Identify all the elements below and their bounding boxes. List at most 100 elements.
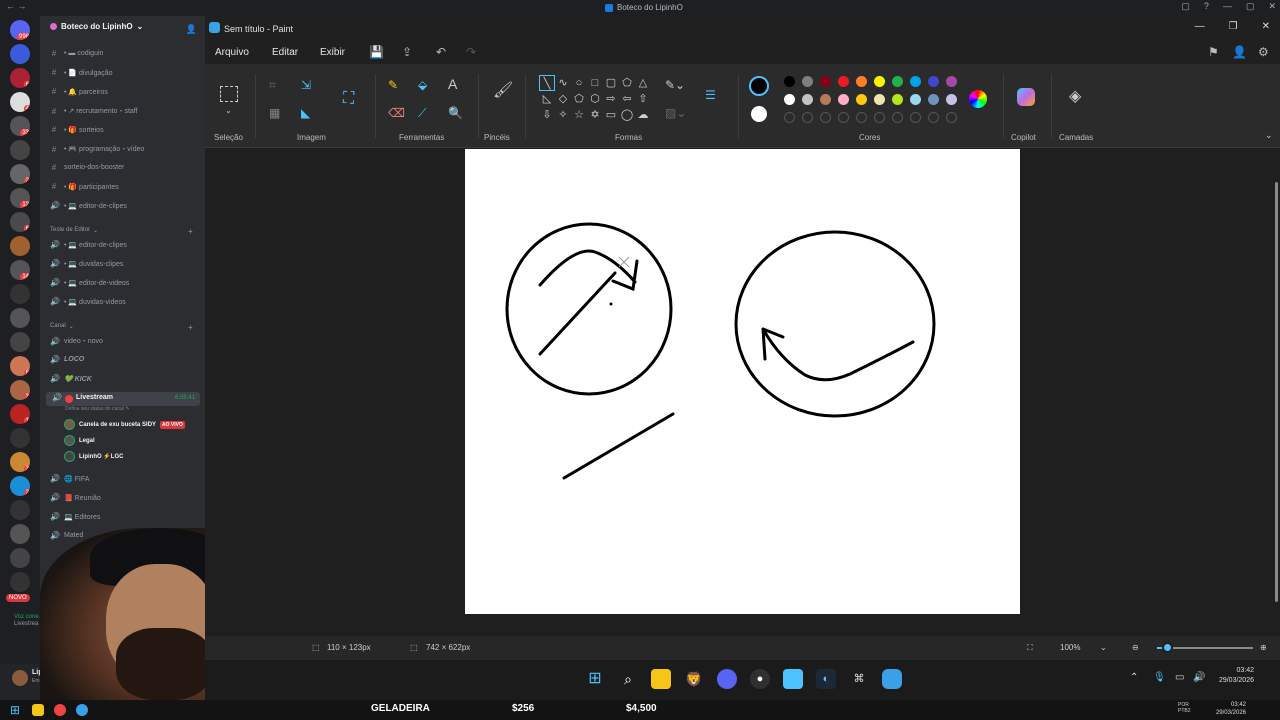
steam-icon[interactable]: ◐	[816, 669, 836, 689]
brush-icon[interactable]: 🖌	[493, 80, 513, 100]
palette-swatch[interactable]	[946, 76, 957, 87]
server-icon[interactable]: 1	[10, 404, 30, 424]
palette-swatch[interactable]	[838, 76, 849, 87]
share-icon[interactable]: ⇪	[402, 45, 412, 59]
channel-item[interactable]: 🔊 • 💻 duvidas-clipes	[50, 259, 123, 268]
fit-screen-icon[interactable]: ⛶	[1027, 643, 1033, 653]
palette-swatch[interactable]	[802, 76, 813, 87]
outline-icon[interactable]: ✎⌄	[665, 78, 685, 92]
right-triangle-shape-icon[interactable]: ◺	[539, 91, 555, 107]
custom-color-slot[interactable]	[820, 112, 831, 123]
channel-item[interactable]: 🔊 📕 Reunião	[50, 493, 101, 502]
zoom-in-icon[interactable]: ⊕	[1260, 643, 1267, 652]
arrow-down-shape-icon[interactable]: ⇩	[539, 107, 555, 123]
channel-item[interactable]: # • 🎁 participantes	[50, 182, 119, 191]
minimize-button[interactable]: —	[1195, 21, 1205, 32]
channel-item[interactable]: # • 🔔 parceiros	[50, 87, 108, 96]
custom-color-slot[interactable]	[784, 112, 795, 123]
channel-item[interactable]: 🔊 • 💻 duvidas-videos	[50, 297, 126, 306]
menu-editar[interactable]: Editar	[272, 47, 298, 58]
search-icon[interactable]: ⌕	[618, 669, 638, 689]
photos-icon[interactable]	[783, 669, 803, 689]
server-icon[interactable]	[10, 548, 30, 568]
fill-shape-icon[interactable]: ▨⌄	[665, 106, 686, 120]
polygon-shape-icon[interactable]: ⬠	[619, 75, 635, 91]
arrow-up-shape-icon[interactable]: ⇧	[635, 91, 651, 107]
arrow-left-shape-icon[interactable]: ⇦	[619, 91, 635, 107]
chrome-icon[interactable]	[54, 704, 66, 716]
server-icon[interactable]: 3	[10, 452, 30, 472]
image-remove-bg-icon[interactable]: ▦	[269, 106, 280, 120]
layers-icon[interactable]: ◈	[1069, 86, 1081, 106]
palette-swatch[interactable]	[928, 76, 939, 87]
server-icon[interactable]	[10, 308, 30, 328]
zoom-out-icon[interactable]: ⊖	[1132, 643, 1139, 652]
custom-color-slot[interactable]	[874, 112, 885, 123]
channel-item[interactable]: # • 🎮 programação・vídeo	[50, 144, 145, 154]
game-icon[interactable]: ⌘	[849, 669, 869, 689]
channel-status-hint[interactable]: Defina seu status do canal ✎	[65, 406, 130, 412]
line-shape-icon[interactable]: ╲	[539, 75, 555, 91]
channel-item[interactable]: 🔊 video・novo	[50, 336, 103, 346]
category-header[interactable]: Canal ⌄ +	[50, 323, 193, 332]
channel-item[interactable]: 🔊 💚 KICK	[50, 374, 92, 383]
explorer-icon[interactable]	[32, 704, 44, 716]
palette-swatch[interactable]	[820, 76, 831, 87]
server-icon[interactable]	[10, 428, 30, 448]
palette-swatch[interactable]	[784, 76, 795, 87]
copilot-icon[interactable]	[1017, 88, 1035, 106]
menu-arquivo[interactable]: Arquivo	[215, 47, 249, 58]
ribbon-collapse-icon[interactable]: ⌄	[1265, 130, 1273, 141]
pentagon-shape-icon[interactable]: ⬠	[571, 91, 587, 107]
pencil-icon[interactable]: ✎	[388, 78, 398, 92]
server-icon[interactable]	[10, 572, 30, 592]
palette-swatch[interactable]	[784, 94, 795, 105]
palette-swatch[interactable]	[856, 94, 867, 105]
callout-cloud-shape-icon[interactable]: ☁	[635, 107, 651, 123]
eraser-icon[interactable]: ⌫	[388, 106, 405, 120]
discord-icon[interactable]	[717, 669, 737, 689]
live-voice-channel[interactable]: 🔊 Livestream 6:59:41	[46, 392, 200, 406]
palette-swatch[interactable]	[892, 76, 903, 87]
drawing-canvas[interactable]	[465, 149, 1020, 614]
channel-item[interactable]: 🔊 • 💻 editor-de-clipes	[50, 240, 127, 249]
server-icon[interactable]	[10, 500, 30, 520]
redo-icon[interactable]: ↷	[466, 45, 476, 59]
tray-clock[interactable]: 03:42 29/03/2026	[1219, 666, 1254, 686]
server-icon[interactable]: 6	[10, 356, 30, 376]
palette-swatch[interactable]	[856, 76, 867, 87]
language-indicator[interactable]: POR PTB2	[1178, 702, 1191, 714]
server-icon[interactable]	[10, 140, 30, 160]
star6-shape-icon[interactable]: ✡	[587, 107, 603, 123]
channel-item[interactable]: 🔊 💻 Editores	[50, 512, 100, 521]
custom-color-slot[interactable]	[856, 112, 867, 123]
edit-colors-icon[interactable]	[969, 90, 987, 108]
maximize-button[interactable]: ▢	[1246, 1, 1255, 12]
image-select-icon[interactable]: ⛶	[343, 90, 354, 108]
server-icon[interactable]: 33	[10, 116, 30, 136]
primary-color-swatch[interactable]	[749, 76, 769, 96]
crop-icon[interactable]: ⌗	[269, 78, 276, 93]
zoom-slider-thumb[interactable]	[1161, 642, 1173, 653]
nav-arrows[interactable]: ← →	[6, 1, 27, 11]
arrow-right-shape-icon[interactable]: ⇨	[603, 91, 619, 107]
fill-icon[interactable]: ⬙	[418, 78, 427, 92]
brave-icon[interactable]: 🦁	[684, 669, 704, 689]
server-icon[interactable]	[10, 284, 30, 304]
chevron-down-icon[interactable]: ⌄	[225, 106, 232, 115]
custom-color-slot[interactable]	[946, 112, 957, 123]
voice-user[interactable]: Canela de exu buceta SIDY AO VIVO	[64, 419, 185, 430]
palette-swatch[interactable]	[820, 94, 831, 105]
minimize-button[interactable]: —	[1223, 1, 1232, 12]
channel-item[interactable]: # sorteio-dos-booster	[50, 163, 125, 172]
palette-swatch[interactable]	[910, 94, 921, 105]
channel-item[interactable]: 🔊 LOCO	[50, 355, 84, 364]
mic-icon[interactable]: 🎙	[1153, 672, 1166, 683]
color-picker-icon[interactable]: ⟋	[418, 106, 426, 121]
oval-shape-icon[interactable]: ○	[571, 75, 587, 91]
save-icon[interactable]: 💾	[369, 45, 384, 59]
explorer-icon[interactable]	[651, 669, 671, 689]
system-clock[interactable]: 03:42 29/03/2026	[1216, 701, 1246, 717]
channel-item[interactable]: # • ↗ recrutamento・staff	[50, 106, 138, 116]
channel-item[interactable]: # • 🎁 sorteios	[50, 125, 104, 134]
